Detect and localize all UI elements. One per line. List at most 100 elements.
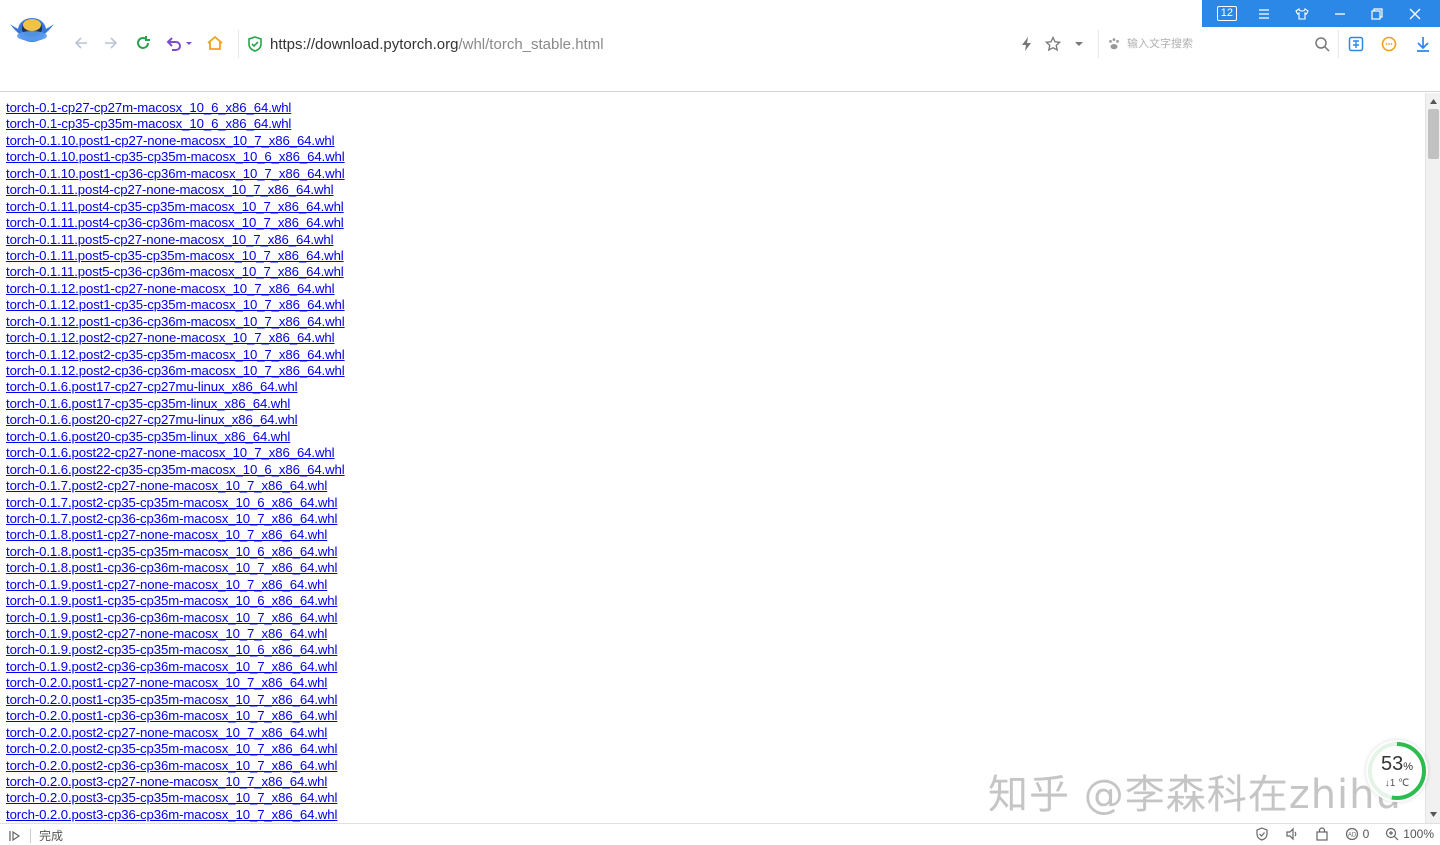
- wheel-download-link[interactable]: torch-0.1.9.post2-cp36-cp36m-macosx_10_7…: [6, 659, 337, 674]
- fast-mode-icon[interactable]: [1016, 33, 1038, 55]
- zhihu-watermark: 知乎 @李森科在zhihu: [988, 772, 1402, 818]
- wheel-download-link[interactable]: torch-0.1.9.post2-cp27-none-macosx_10_7_…: [6, 626, 327, 641]
- translate-icon[interactable]: [1345, 33, 1367, 55]
- scroll-down-arrow-icon[interactable]: [1429, 810, 1438, 819]
- skin-button[interactable]: [1291, 4, 1313, 24]
- wheel-download-link[interactable]: torch-0.1.7.post2-cp27-none-macosx_10_7_…: [6, 478, 327, 493]
- close-button[interactable]: [1404, 4, 1426, 24]
- wheel-download-link[interactable]: torch-0.1.7.post2-cp35-cp35m-macosx_10_6…: [6, 495, 337, 510]
- zoom-control[interactable]: 100%: [1385, 827, 1434, 841]
- wheel-download-link[interactable]: torch-0.2.0.post3-cp36-cp36m-macosx_10_7…: [6, 807, 337, 822]
- wheel-download-link[interactable]: torch-0.1.8.post1-cp36-cp36m-macosx_10_7…: [6, 560, 337, 575]
- wheel-download-link[interactable]: torch-0.1.6.post22-cp35-cp35m-macosx_10_…: [6, 462, 345, 477]
- undo-close-button[interactable]: [163, 32, 195, 54]
- screenshot-tool[interactable]: [1315, 827, 1329, 841]
- wheel-download-link[interactable]: torch-0.1.8.post1-cp27-none-macosx_10_7_…: [6, 527, 327, 542]
- wheel-download-link[interactable]: torch-0.1.11.post5-cp27-none-macosx_10_7…: [6, 232, 334, 247]
- extension-bar: [1338, 30, 1440, 58]
- wheel-download-link[interactable]: torch-0.1.11.post4-cp35-cp35m-macosx_10_…: [6, 199, 344, 214]
- speed-up-widget[interactable]: 53% ↓1 ℃: [1366, 740, 1428, 802]
- wheel-download-link[interactable]: torch-0.1.11.post4-cp36-cp36m-macosx_10_…: [6, 215, 344, 230]
- speaker-icon: [1286, 827, 1296, 841]
- menu-button[interactable]: [1253, 4, 1275, 24]
- list-item: torch-0.1.11.post4-cp27-none-macosx_10_7…: [6, 182, 345, 198]
- list-item: torch-0.1.9.post1-cp35-cp35m-macosx_10_6…: [6, 593, 345, 609]
- adblock-status[interactable]: AD 0: [1345, 827, 1369, 841]
- list-item: torch-0.1.6.post22-cp35-cp35m-macosx_10_…: [6, 462, 345, 478]
- security-status[interactable]: [1255, 827, 1269, 841]
- wheel-download-link[interactable]: torch-0.1.12.post2-cp36-cp36m-macosx_10_…: [6, 363, 345, 378]
- wheel-download-link[interactable]: torch-0.1.7.post2-cp36-cp36m-macosx_10_7…: [6, 511, 337, 526]
- wheel-download-link[interactable]: torch-0.1.10.post1-cp27-none-macosx_10_7…: [6, 133, 335, 148]
- wheel-download-link[interactable]: torch-0.1-cp27-cp27m-macosx_10_6_x86_64.…: [6, 100, 291, 115]
- scroll-up-arrow-icon[interactable]: [1429, 97, 1438, 106]
- wheel-download-link[interactable]: torch-0.1.9.post2-cp35-cp35m-macosx_10_6…: [6, 642, 337, 657]
- list-item: torch-0.1.6.post20-cp27-cp27mu-linux_x86…: [6, 412, 345, 428]
- wheel-download-link[interactable]: torch-0.1.10.post1-cp35-cp35m-macosx_10_…: [6, 149, 345, 164]
- wheel-download-link[interactable]: torch-0.1.6.post22-cp27-none-macosx_10_7…: [6, 445, 335, 460]
- list-item: torch-0.1.11.post5-cp27-none-macosx_10_7…: [6, 232, 345, 248]
- wheel-download-link[interactable]: torch-0.1.6.post20-cp35-cp35m-linux_x86_…: [6, 429, 290, 444]
- minimize-icon: [1334, 12, 1345, 15]
- refresh-button[interactable]: [132, 32, 154, 54]
- secure-shield-icon: [248, 36, 262, 52]
- wheel-download-link[interactable]: torch-0.2.0.post3-cp27-none-macosx_10_7_…: [6, 774, 327, 789]
- list-item: torch-0.2.0.post2-cp35-cp35m-macosx_10_7…: [6, 741, 345, 757]
- list-item: torch-0.1.9.post1-cp36-cp36m-macosx_10_7…: [6, 610, 345, 626]
- wheel-download-link[interactable]: torch-0.1.12.post1-cp36-cp36m-macosx_10_…: [6, 314, 345, 329]
- list-item: torch-0.2.0.post1-cp36-cp36m-macosx_10_7…: [6, 708, 345, 724]
- chevron-down-icon[interactable]: [1068, 33, 1090, 55]
- address-bar[interactable]: https://download.pytorch.org/whl/torch_s…: [238, 30, 998, 58]
- restore-button[interactable]: [1366, 4, 1388, 24]
- list-item: torch-0.1.10.post1-cp36-cp36m-macosx_10_…: [6, 166, 345, 182]
- bookmark-star-icon[interactable]: [1042, 33, 1064, 55]
- wheel-download-link[interactable]: torch-0.1.11.post4-cp27-none-macosx_10_7…: [6, 182, 334, 197]
- search-bar: [1098, 30, 1338, 58]
- wheel-download-link[interactable]: torch-0.1-cp35-cp35m-macosx_10_6_x86_64.…: [6, 116, 291, 131]
- wheel-download-link[interactable]: torch-0.2.0.post1-cp27-none-macosx_10_7_…: [6, 675, 327, 690]
- wheel-download-link[interactable]: torch-0.2.0.post1-cp36-cp36m-macosx_10_7…: [6, 708, 337, 723]
- wheel-download-link[interactable]: torch-0.1.9.post1-cp36-cp36m-macosx_10_7…: [6, 610, 337, 625]
- wheel-download-link[interactable]: torch-0.1.11.post5-cp36-cp36m-macosx_10_…: [6, 264, 344, 279]
- emoji-icon[interactable]: [1378, 33, 1400, 55]
- url-scheme: https://: [270, 35, 316, 53]
- wheel-download-link[interactable]: torch-0.2.0.post2-cp36-cp36m-macosx_10_7…: [6, 758, 337, 773]
- sidebar-toggle-icon[interactable]: [8, 829, 22, 843]
- wheel-link-list: torch-0.1-cp27-cp27m-macosx_10_6_x86_64.…: [6, 100, 345, 823]
- wheel-download-link[interactable]: torch-0.2.0.post3-cp35-cp35m-macosx_10_7…: [6, 790, 337, 805]
- wheel-download-link[interactable]: torch-0.1.8.post1-cp35-cp35m-macosx_10_6…: [6, 544, 337, 559]
- download-icon[interactable]: [1412, 33, 1434, 55]
- wheel-download-link[interactable]: torch-0.1.9.post1-cp35-cp35m-macosx_10_6…: [6, 593, 337, 608]
- wheel-download-link[interactable]: torch-0.2.0.post1-cp35-cp35m-macosx_10_7…: [6, 692, 337, 707]
- home-button[interactable]: [204, 32, 226, 54]
- tab-count-button[interactable]: 12: [1216, 4, 1238, 24]
- wheel-download-link[interactable]: torch-0.1.12.post1-cp27-none-macosx_10_7…: [6, 281, 335, 296]
- search-icon[interactable]: [1314, 36, 1330, 52]
- forward-button[interactable]: [100, 32, 122, 54]
- wheel-download-link[interactable]: torch-0.1.10.post1-cp36-cp36m-macosx_10_…: [6, 166, 345, 181]
- browser-logo-icon[interactable]: [8, 10, 56, 50]
- list-item: torch-0.2.0.post2-cp36-cp36m-macosx_10_7…: [6, 758, 345, 774]
- paw-search-engine-icon[interactable]: [1107, 37, 1121, 51]
- minimize-button[interactable]: [1329, 4, 1351, 24]
- wheel-download-link[interactable]: torch-0.1.12.post1-cp35-cp35m-macosx_10_…: [6, 297, 345, 312]
- wheel-download-link[interactable]: torch-0.1.6.post20-cp27-cp27mu-linux_x86…: [6, 412, 298, 427]
- wheel-download-link[interactable]: torch-0.1.9.post1-cp27-none-macosx_10_7_…: [6, 577, 327, 592]
- vertical-scrollbar[interactable]: [1425, 93, 1440, 823]
- wheel-download-link[interactable]: torch-0.1.12.post2-cp35-cp35m-macosx_10_…: [6, 347, 345, 362]
- sound-toggle[interactable]: [1285, 827, 1299, 841]
- search-input[interactable]: [1127, 38, 1307, 50]
- list-item: torch-0.1.7.post2-cp36-cp36m-macosx_10_7…: [6, 511, 345, 527]
- list-item: torch-0.1.10.post1-cp35-cp35m-macosx_10_…: [6, 149, 345, 165]
- wheel-download-link[interactable]: torch-0.2.0.post2-cp27-none-macosx_10_7_…: [6, 725, 327, 740]
- wheel-download-link[interactable]: torch-0.1.6.post17-cp35-cp35m-linux_x86_…: [6, 396, 290, 411]
- back-button[interactable]: [70, 32, 92, 54]
- wheel-download-link[interactable]: torch-0.1.11.post5-cp35-cp35m-macosx_10_…: [6, 248, 344, 263]
- list-item: torch-0.1.12.post2-cp35-cp35m-macosx_10_…: [6, 347, 345, 363]
- list-item: torch-0.1.8.post1-cp35-cp35m-macosx_10_6…: [6, 544, 345, 560]
- wheel-download-link[interactable]: torch-0.1.12.post2-cp27-none-macosx_10_7…: [6, 330, 335, 345]
- wheel-download-link[interactable]: torch-0.2.0.post2-cp35-cp35m-macosx_10_7…: [6, 741, 337, 756]
- forward-arrow-icon: [105, 37, 118, 49]
- wheel-download-link[interactable]: torch-0.1.6.post17-cp27-cp27mu-linux_x86…: [6, 379, 298, 394]
- scroll-thumb[interactable]: [1428, 109, 1439, 159]
